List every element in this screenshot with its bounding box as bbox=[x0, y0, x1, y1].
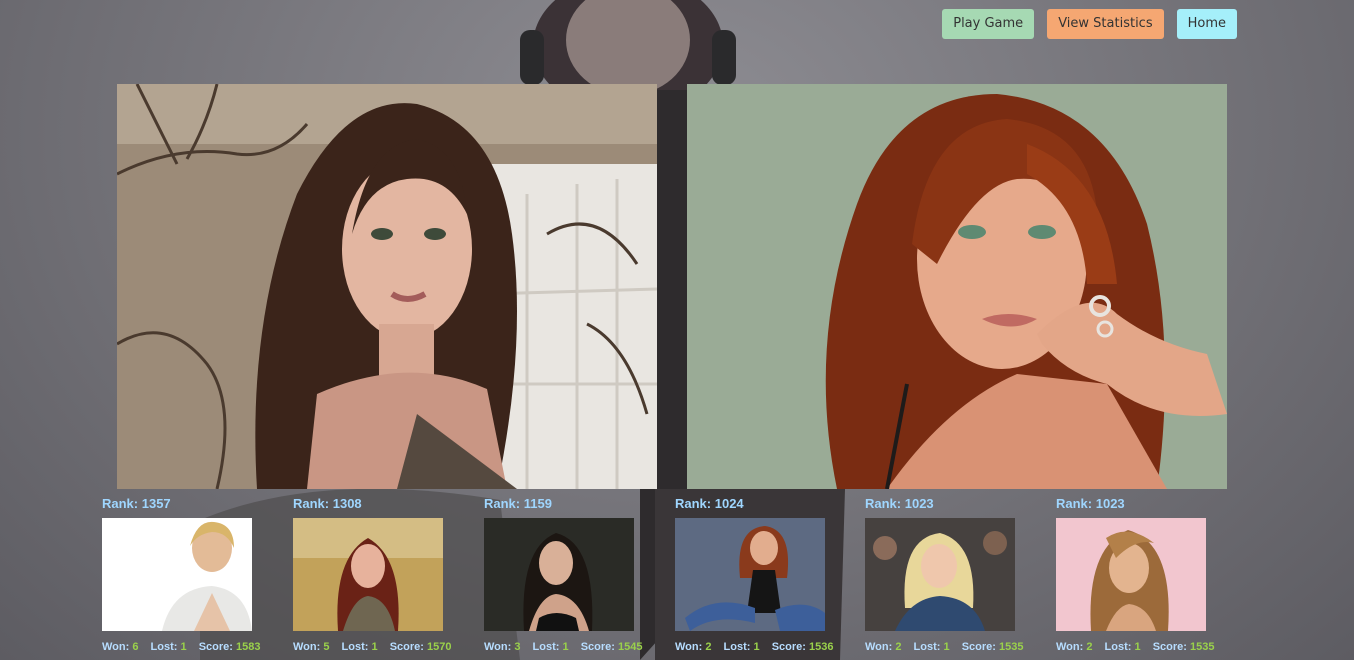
won-value: 2 bbox=[705, 641, 712, 653]
card-stats: Won: 2 Lost: 1 Score: 1535 bbox=[865, 641, 1045, 653]
won-label: Won: bbox=[865, 641, 893, 653]
won-value: 6 bbox=[132, 641, 139, 653]
won-value: 2 bbox=[1086, 641, 1093, 653]
card-stats: Won: 5 Lost: 1 Score: 1570 bbox=[293, 641, 473, 653]
left-contestant-photo[interactable] bbox=[117, 84, 657, 489]
lost-label: Lost: bbox=[913, 641, 941, 653]
lost-label: Lost: bbox=[723, 641, 751, 653]
lost-label: Lost: bbox=[341, 641, 369, 653]
home-button[interactable]: Home bbox=[1176, 9, 1237, 39]
contestant-thumbnail[interactable] bbox=[675, 518, 825, 631]
won-value: 2 bbox=[895, 641, 902, 653]
card-stats: Won: 2 Lost: 1 Score: 1535 bbox=[1056, 641, 1236, 653]
score-label: Score: bbox=[198, 641, 233, 653]
contestant-thumbnail[interactable] bbox=[293, 518, 443, 631]
leaderboard-card: Rank: 1023 Won: 2 Lost: 1 Score: 1535 bbox=[865, 495, 1045, 653]
leaderboard-card: Rank: 1023 Won: 2 Lost: 1 Score: 1535 bbox=[1056, 495, 1236, 653]
view-statistics-button[interactable]: View Statistics bbox=[1047, 9, 1164, 39]
score-value: 1570 bbox=[427, 641, 452, 653]
score-value: 1583 bbox=[236, 641, 261, 653]
contestant-thumbnail[interactable] bbox=[102, 518, 252, 631]
rank-label: Rank: 1357 bbox=[102, 496, 171, 511]
score-label: Score: bbox=[961, 641, 996, 653]
contestant-thumbnail[interactable] bbox=[484, 518, 634, 631]
lost-value: 1 bbox=[753, 641, 760, 653]
score-label: Score: bbox=[771, 641, 806, 653]
rank-label: Rank: 1308 bbox=[293, 496, 362, 511]
won-label: Won: bbox=[484, 641, 512, 653]
won-label: Won: bbox=[102, 641, 130, 653]
lost-value: 1 bbox=[562, 641, 569, 653]
rank-label: Rank: 1023 bbox=[865, 496, 934, 511]
rank-label: Rank: 1024 bbox=[675, 496, 744, 511]
card-stats: Won: 2 Lost: 1 Score: 1536 bbox=[675, 641, 855, 653]
won-value: 5 bbox=[323, 641, 330, 653]
lost-value: 1 bbox=[1134, 641, 1141, 653]
lost-value: 1 bbox=[371, 641, 378, 653]
play-game-button[interactable]: Play Game bbox=[942, 9, 1035, 39]
leaderboard-card: Rank: 1357 Won: 6 Lost: 1 Score: 1583 bbox=[102, 495, 282, 653]
leaderboard-card: Rank: 1308 Won: 5 Lost: 1 Score: 1570 bbox=[293, 495, 473, 653]
rank-label: Rank: 1023 bbox=[1056, 496, 1125, 511]
score-value: 1535 bbox=[999, 641, 1024, 653]
contestant-thumbnail[interactable] bbox=[1056, 518, 1206, 631]
lost-value: 1 bbox=[180, 641, 187, 653]
rank-label: Rank: 1159 bbox=[484, 496, 552, 511]
card-stats: Won: 6 Lost: 1 Score: 1583 bbox=[102, 641, 282, 653]
contestant-thumbnail[interactable] bbox=[865, 518, 1015, 631]
won-label: Won: bbox=[293, 641, 321, 653]
top-navigation: Play Game View Statistics Home bbox=[942, 9, 1237, 39]
score-label: Score: bbox=[389, 641, 424, 653]
score-label: Score: bbox=[580, 641, 615, 653]
leaderboard-card: Rank: 1159 Won: 3 Lost: 1 Score: 1545 bbox=[484, 495, 664, 653]
lost-label: Lost: bbox=[150, 641, 178, 653]
leaderboard-card: Rank: 1024 Won: 2 Lost: 1 Score: 1536 bbox=[675, 495, 855, 653]
score-value: 1536 bbox=[809, 641, 834, 653]
score-value: 1545 bbox=[618, 641, 643, 653]
score-value: 1535 bbox=[1190, 641, 1215, 653]
card-stats: Won: 3 Lost: 1 Score: 1545 bbox=[484, 641, 664, 653]
lost-label: Lost: bbox=[532, 641, 560, 653]
right-contestant-photo[interactable] bbox=[687, 84, 1227, 489]
won-label: Won: bbox=[675, 641, 703, 653]
won-value: 3 bbox=[514, 641, 521, 653]
lost-label: Lost: bbox=[1104, 641, 1132, 653]
won-label: Won: bbox=[1056, 641, 1084, 653]
lost-value: 1 bbox=[943, 641, 950, 653]
score-label: Score: bbox=[1152, 641, 1187, 653]
